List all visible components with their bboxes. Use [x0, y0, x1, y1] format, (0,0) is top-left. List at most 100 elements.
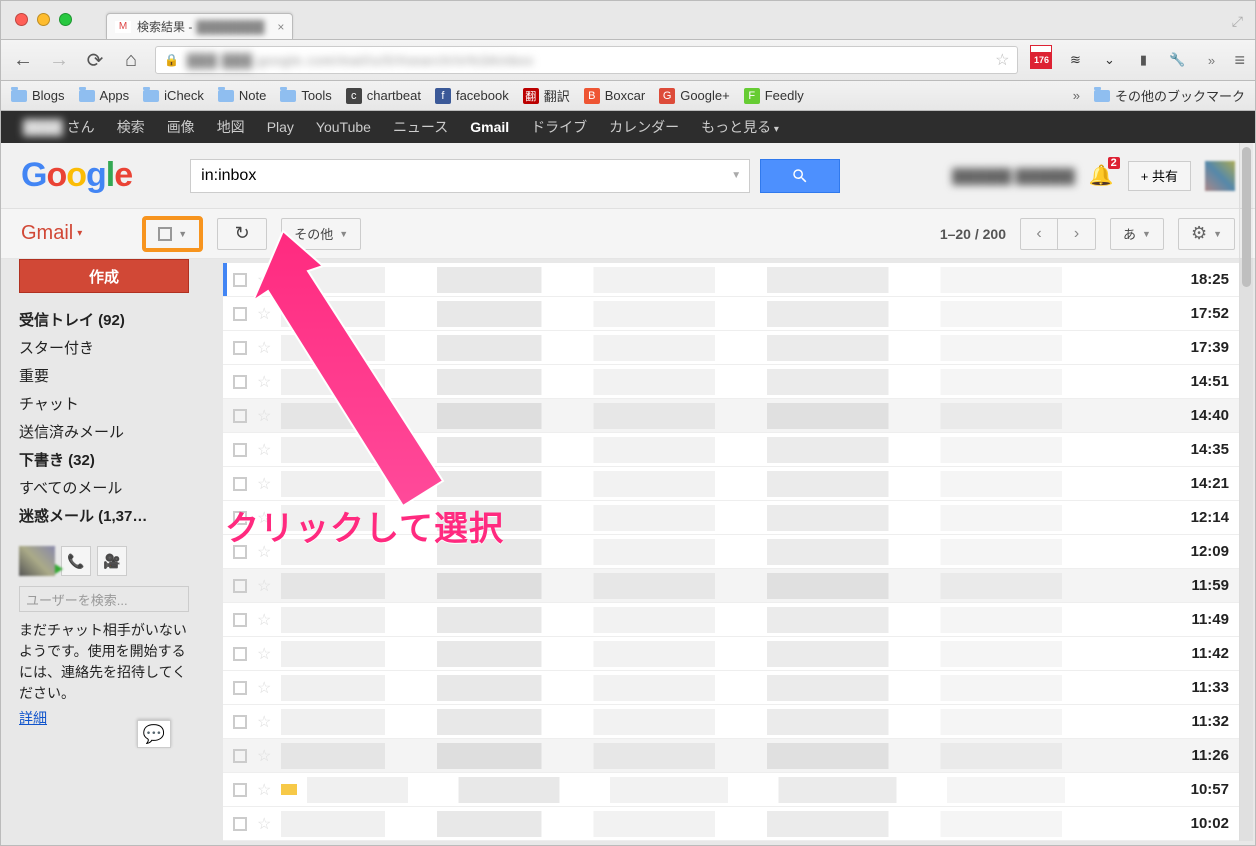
sidebar-item[interactable]: スター付き: [19, 337, 209, 358]
star-icon[interactable]: ☆: [257, 678, 271, 698]
bookmark-chartbeat[interactable]: cchartbeat: [346, 88, 421, 104]
prev-page-button[interactable]: ‹: [1020, 218, 1058, 250]
bookmark-tools[interactable]: Tools: [280, 88, 331, 103]
search-button[interactable]: [760, 159, 840, 193]
gbar-link-画像[interactable]: 画像: [167, 117, 195, 137]
account-avatar[interactable]: [1205, 161, 1235, 191]
gbar-link-カレンダー[interactable]: カレンダー: [609, 117, 679, 137]
bookmark-star-icon[interactable]: ☆: [995, 50, 1009, 70]
star-icon[interactable]: ☆: [257, 780, 271, 800]
gbar-link-ニュース[interactable]: ニュース: [393, 117, 448, 137]
message-row[interactable]: ☆12:09: [223, 535, 1239, 569]
row-checkbox[interactable]: [233, 511, 247, 525]
star-icon[interactable]: ☆: [257, 576, 271, 596]
message-row[interactable]: ☆12:14: [223, 501, 1239, 535]
message-row[interactable]: ☆10:02: [223, 807, 1239, 841]
call-button[interactable]: 📞: [61, 546, 91, 576]
message-row[interactable]: ☆14:40: [223, 399, 1239, 433]
chat-dock-icon[interactable]: 💬: [137, 720, 171, 748]
row-checkbox[interactable]: [233, 307, 247, 321]
bookmark-翻訳[interactable]: 翻翻訳: [523, 86, 570, 105]
star-icon[interactable]: ☆: [257, 746, 271, 766]
star-icon[interactable]: ☆: [257, 440, 271, 460]
star-icon[interactable]: ☆: [257, 474, 271, 494]
close-window-button[interactable]: [15, 13, 28, 26]
star-icon[interactable]: ☆: [257, 508, 271, 528]
google-logo[interactable]: Google: [21, 156, 132, 195]
buffer-extension-icon[interactable]: ≋: [1064, 51, 1086, 69]
key-extension-icon[interactable]: 🔧: [1166, 51, 1188, 69]
reload-button[interactable]: ⟳: [83, 48, 107, 73]
sidebar-item[interactable]: 送信済みメール: [19, 421, 209, 442]
message-row[interactable]: ☆11:49: [223, 603, 1239, 637]
chat-detail-link[interactable]: 詳細: [19, 708, 47, 728]
row-checkbox[interactable]: [233, 613, 247, 627]
compose-button[interactable]: 作成: [19, 259, 189, 293]
sidebar-item[interactable]: 迷惑メール (1,37…: [19, 505, 209, 526]
address-bar[interactable]: 🔒 ███ ███.google.com/mail/u/0/#search/in…: [155, 46, 1018, 74]
star-icon[interactable]: ☆: [257, 338, 271, 358]
more-actions-button[interactable]: その他 ▼: [281, 218, 361, 250]
gbar-link-Gmail[interactable]: Gmail: [470, 119, 509, 135]
gbar-link-YouTube[interactable]: YouTube: [316, 119, 371, 135]
message-row[interactable]: ☆11:42: [223, 637, 1239, 671]
row-checkbox[interactable]: [233, 715, 247, 729]
back-button[interactable]: ←: [11, 49, 35, 72]
gbar-link-検索[interactable]: 検索: [117, 117, 145, 137]
search-options-dropdown-icon[interactable]: ▼: [731, 170, 741, 181]
select-all-button[interactable]: ▼: [146, 220, 199, 248]
row-checkbox[interactable]: [233, 477, 247, 491]
star-icon[interactable]: ☆: [257, 644, 271, 664]
bookmark-feedly[interactable]: FFeedly: [744, 88, 804, 104]
bookmark-boxcar[interactable]: BBoxcar: [584, 88, 645, 104]
sidebar-item[interactable]: 重要: [19, 365, 209, 386]
browser-tab[interactable]: M 検索結果 - ████████ ×: [106, 13, 293, 39]
chat-search-input[interactable]: ユーザーを検索...: [19, 586, 189, 612]
star-icon[interactable]: ☆: [257, 610, 271, 630]
row-checkbox[interactable]: [233, 749, 247, 763]
star-icon[interactable]: ☆: [257, 712, 271, 732]
row-checkbox[interactable]: [233, 545, 247, 559]
zoom-window-button[interactable]: [59, 13, 72, 26]
share-button[interactable]: + 共有: [1128, 161, 1191, 191]
gmail-product-dropdown[interactable]: Gmail: [21, 222, 82, 245]
row-checkbox[interactable]: [233, 341, 247, 355]
message-row[interactable]: ☆17:52: [223, 297, 1239, 331]
message-row[interactable]: ☆11:59: [223, 569, 1239, 603]
chat-avatar[interactable]: [19, 546, 55, 576]
settings-button[interactable]: ⚙ ▼: [1178, 218, 1235, 250]
row-checkbox[interactable]: [233, 375, 247, 389]
gbar-link-Play[interactable]: Play: [267, 119, 294, 135]
forward-button[interactable]: →: [47, 49, 71, 72]
bookmark-icheck[interactable]: iCheck: [143, 88, 204, 103]
search-input[interactable]: in:inbox ▼: [190, 159, 750, 193]
home-button[interactable]: ⌂: [119, 49, 143, 72]
sidebar-item[interactable]: 受信トレイ (92): [19, 309, 209, 330]
minimize-window-button[interactable]: [37, 13, 50, 26]
star-icon[interactable]: ☆: [257, 542, 271, 562]
other-bookmarks[interactable]: その他のブックマーク: [1094, 86, 1245, 105]
gbar-link-地図[interactable]: 地図: [217, 117, 245, 137]
message-row[interactable]: ☆14:21: [223, 467, 1239, 501]
next-page-button[interactable]: ›: [1058, 218, 1096, 250]
sidebar-item[interactable]: すべてのメール: [19, 477, 209, 498]
message-row[interactable]: ☆14:51: [223, 365, 1239, 399]
tab-close-icon[interactable]: ×: [277, 20, 284, 34]
bookmark-blogs[interactable]: Blogs: [11, 88, 65, 103]
row-checkbox[interactable]: [233, 783, 247, 797]
video-call-button[interactable]: 🎥: [97, 546, 127, 576]
star-icon[interactable]: ☆: [257, 270, 271, 290]
message-row[interactable]: ☆17:39: [223, 331, 1239, 365]
row-checkbox[interactable]: [233, 443, 247, 457]
extension-icon[interactable]: ▮: [1132, 51, 1154, 69]
bookmark-facebook[interactable]: ffacebook: [435, 88, 509, 104]
message-row[interactable]: ☆11:32: [223, 705, 1239, 739]
bookmark-note[interactable]: Note: [218, 88, 266, 103]
star-icon[interactable]: ☆: [257, 814, 271, 834]
input-method-button[interactable]: あ ▼: [1110, 218, 1164, 250]
bookmark-google+[interactable]: GGoogle+: [659, 88, 730, 104]
gbar-link-ドライブ[interactable]: ドライブ: [531, 117, 587, 137]
account-name-blurred[interactable]: ██████ ██████: [952, 168, 1075, 184]
row-checkbox[interactable]: [233, 273, 247, 287]
pocket-extension-icon[interactable]: ⌄: [1098, 51, 1120, 69]
